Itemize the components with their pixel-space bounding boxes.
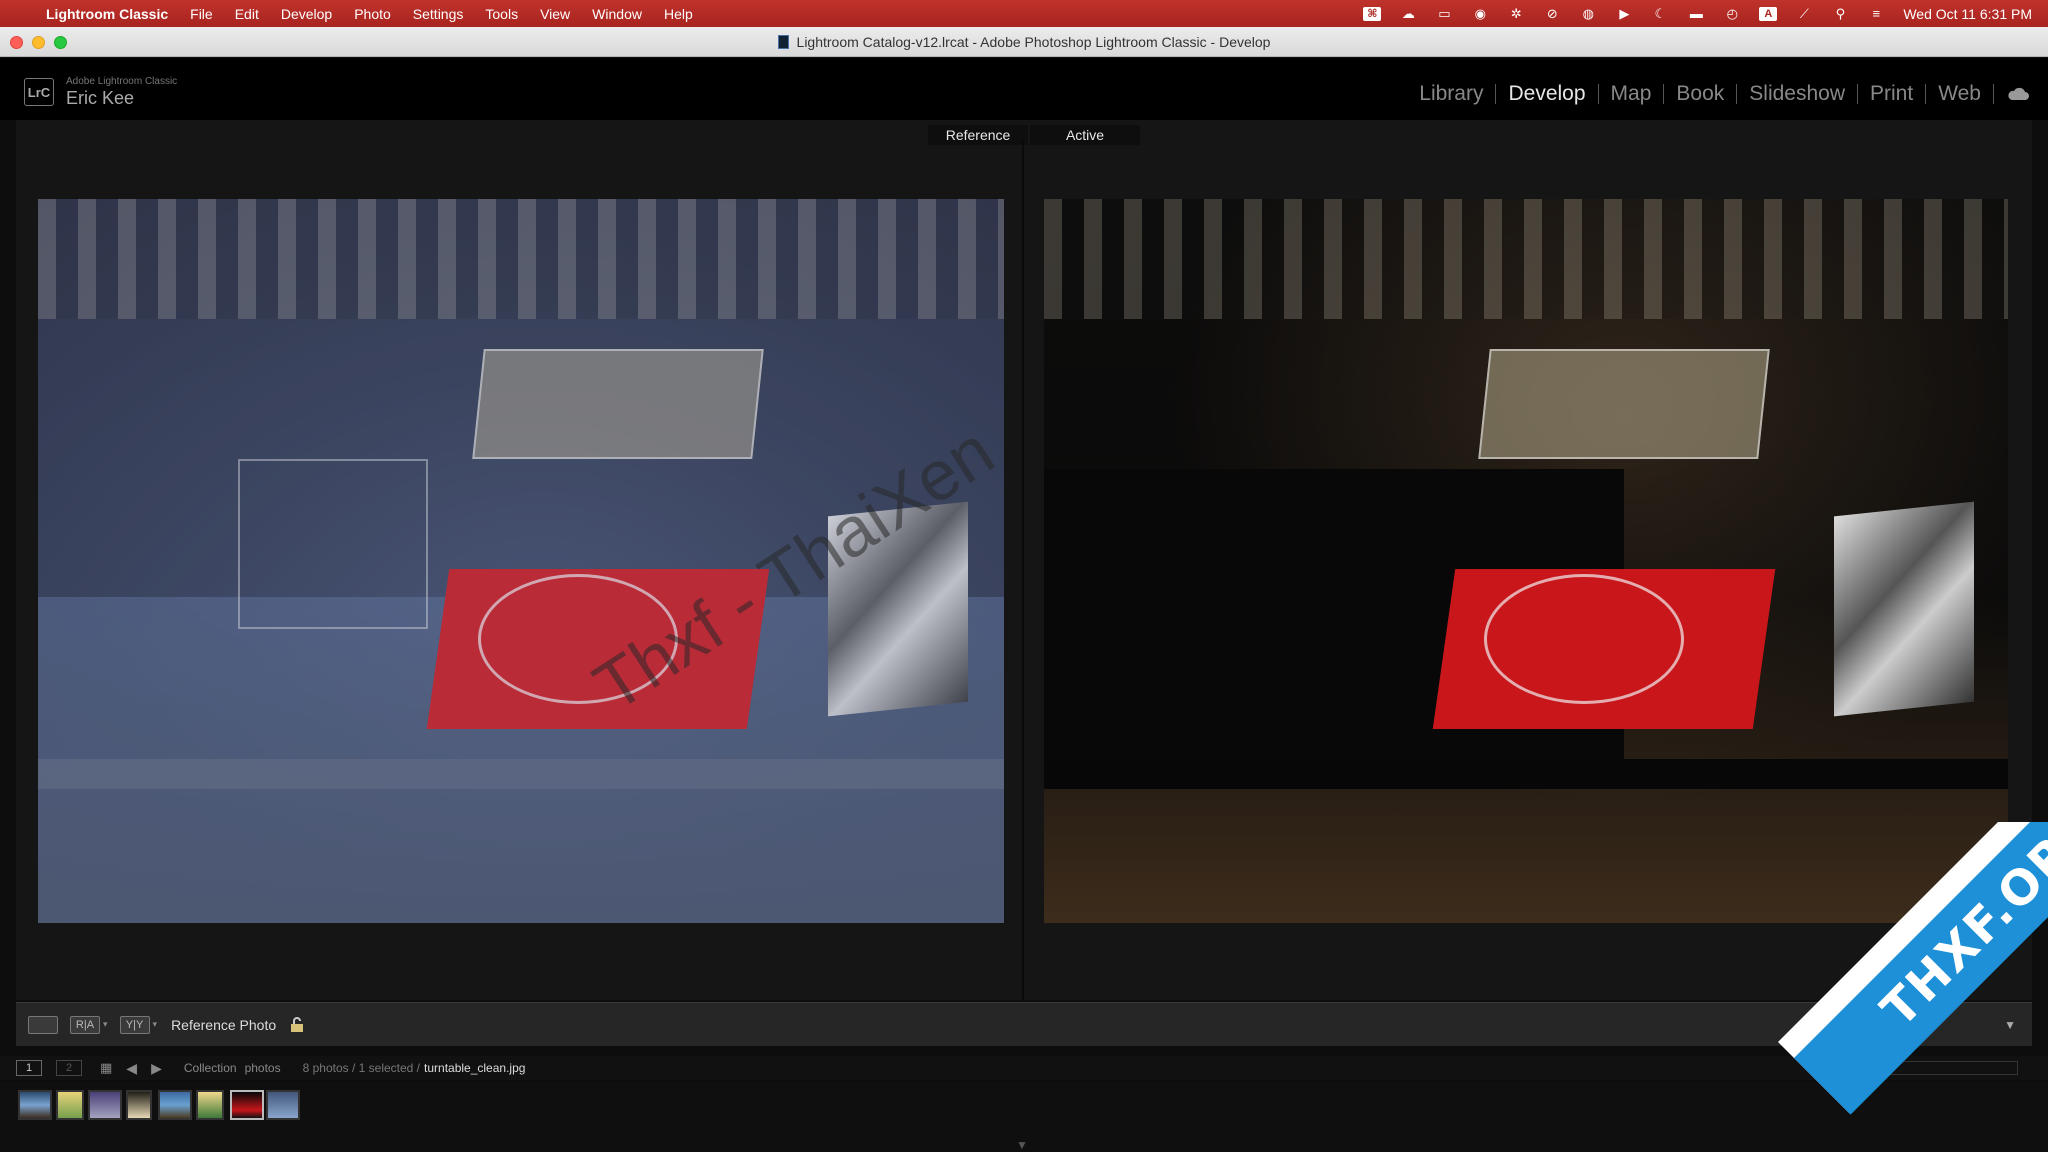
selected-filename[interactable]: turntable_clean.jpg <box>424 1061 525 1075</box>
filmstrip-thumbnail[interactable] <box>266 1090 300 1120</box>
zoom-button[interactable] <box>54 36 67 49</box>
module-slideshow[interactable]: Slideshow <box>1737 83 1858 104</box>
reference-label: Reference <box>928 125 1028 145</box>
play-icon[interactable]: ▶ <box>1615 6 1633 21</box>
primary-display-button[interactable]: 1 <box>16 1060 42 1076</box>
menu-settings[interactable]: Settings <box>413 6 464 22</box>
compare-divider <box>1022 140 1024 1000</box>
menu-app-name[interactable]: Lightroom Classic <box>46 6 168 22</box>
search-magnifier-icon[interactable]: ⊘ <box>1543 6 1561 21</box>
bluetooth-icon[interactable]: ⟋ <box>1795 6 1813 21</box>
menubar-clock[interactable]: Wed Oct 11 6:31 PM <box>1903 6 2032 22</box>
photo-count: 8 photos / 1 selected / <box>302 1061 421 1075</box>
menu-edit[interactable]: Edit <box>235 6 259 22</box>
filmstrip-thumbnail[interactable] <box>88 1090 122 1120</box>
status-area: ⌘ ☁ ▭ ◉ ✲ ⊘ ◍ ▶ ☾ ▬ ◴ A ⟋ ⚲ ≡ Wed Oct 11… <box>1363 0 2032 27</box>
filmstrip: ▼ <box>0 1082 2048 1152</box>
module-library[interactable]: Library <box>1407 83 1497 104</box>
module-develop[interactable]: Develop <box>1496 83 1599 104</box>
forward-arrow-icon[interactable]: ▶ <box>151 1060 162 1077</box>
time-machine-icon[interactable]: ◴ <box>1723 6 1741 21</box>
before-after-button[interactable]: Y|Y <box>119 1015 150 1034</box>
reference-view-button[interactable]: R|A <box>70 1015 100 1034</box>
menu-window[interactable]: Window <box>592 6 642 22</box>
menu-bar: Lightroom Classic File Edit Develop Phot… <box>0 0 2048 27</box>
grid-view-icon[interactable]: ▦ <box>100 1060 112 1076</box>
window-titlebar: Lightroom Catalog-v12.lrcat - Adobe Phot… <box>0 27 2048 57</box>
display-icon[interactable]: ▭ <box>1435 6 1453 21</box>
back-arrow-icon[interactable]: ◀ <box>126 1060 137 1077</box>
upper-turntable <box>1478 349 1770 459</box>
user-name: Eric Kee <box>66 88 135 108</box>
active-photo[interactable] <box>1044 199 2008 923</box>
filmstrip-thumbnail[interactable] <box>158 1090 192 1120</box>
spotlight-icon[interactable]: ⚲ <box>1831 6 1849 21</box>
control-center-icon[interactable]: ≡ <box>1867 6 1885 21</box>
close-button[interactable] <box>10 36 23 49</box>
wifi-icon[interactable]: ◉ <box>1471 6 1489 21</box>
filmstrip-header: 1 2 ▦ ◀ ▶ Collection photos 8 photos / 1… <box>0 1056 2048 1080</box>
toolbar-menu-chevron-icon[interactable]: ▼ <box>2004 1018 2016 1032</box>
menu-file[interactable]: File <box>190 6 213 22</box>
input-source-icon[interactable]: A <box>1759 6 1778 21</box>
minimize-button[interactable] <box>32 36 45 49</box>
menu-view[interactable]: View <box>540 6 570 22</box>
secondary-display-button[interactable]: 2 <box>56 1060 82 1076</box>
lrc-logo-icon: LrC <box>24 78 54 106</box>
menu-help[interactable]: Help <box>664 6 693 22</box>
module-book[interactable]: Book <box>1664 83 1738 104</box>
filter-dropdown[interactable] <box>1818 1061 2018 1075</box>
identity-plate: LrC Adobe Lightroom Classic Eric Kee Lib… <box>0 58 2048 120</box>
chevron-down-icon[interactable]: ▾ <box>103 1019 108 1030</box>
turntable-platter <box>1484 574 1684 704</box>
cloud-sync-icon[interactable] <box>1994 84 2032 104</box>
module-print[interactable]: Print <box>1858 83 1927 104</box>
battery-icon[interactable]: ▬ <box>1687 6 1705 21</box>
table-edge <box>1044 759 2008 789</box>
menu-develop[interactable]: Develop <box>281 6 332 22</box>
source-type[interactable]: Collection <box>184 1061 237 1075</box>
menu-tools[interactable]: Tools <box>485 6 518 22</box>
filmstrip-thumbnail[interactable] <box>56 1090 84 1120</box>
menu-photo[interactable]: Photo <box>354 6 391 22</box>
filmstrip-thumbnail-selected[interactable] <box>230 1090 264 1120</box>
gear-icon[interactable]: ✲ <box>1507 6 1525 21</box>
source-name[interactable]: photos <box>245 1061 281 1075</box>
develop-toolbar: R|A ▾ Y|Y ▾ Reference Photo ▼ <box>16 1002 2032 1046</box>
creative-cloud-icon[interactable]: ☁ <box>1399 6 1417 21</box>
module-map[interactable]: Map <box>1599 83 1665 104</box>
filmstrip-thumbnail[interactable] <box>18 1090 52 1120</box>
moon-icon[interactable]: ☾ <box>1651 6 1669 21</box>
module-picker: Library Develop Map Book Slideshow Print… <box>1407 83 2032 104</box>
module-web[interactable]: Web <box>1926 83 1994 104</box>
product-name: Adobe Lightroom Classic <box>66 76 178 87</box>
filmstrip-toggle-icon[interactable]: ▼ <box>1016 1138 1028 1152</box>
keyboard-shortcut-icon[interactable]: ⌘ <box>1363 6 1382 21</box>
vpn-globe-icon[interactable]: ◍ <box>1579 6 1597 21</box>
loupe-view-button[interactable] <box>28 1015 58 1034</box>
shelf-backdrop <box>1044 199 2008 319</box>
filmstrip-thumbnail[interactable] <box>126 1090 152 1120</box>
chevron-down-icon[interactable]: ▾ <box>153 1019 158 1030</box>
catalog-document-icon <box>777 34 789 49</box>
window-controls <box>10 36 67 49</box>
lock-icon[interactable] <box>286 1014 308 1036</box>
active-label: Active <box>1030 125 1140 145</box>
record-sleeve <box>1834 501 1974 717</box>
reference-photo-label: Reference Photo <box>171 1016 277 1033</box>
window-title: Lightroom Catalog-v12.lrcat - Adobe Phot… <box>796 33 1271 50</box>
filmstrip-thumbnail[interactable] <box>196 1090 224 1120</box>
